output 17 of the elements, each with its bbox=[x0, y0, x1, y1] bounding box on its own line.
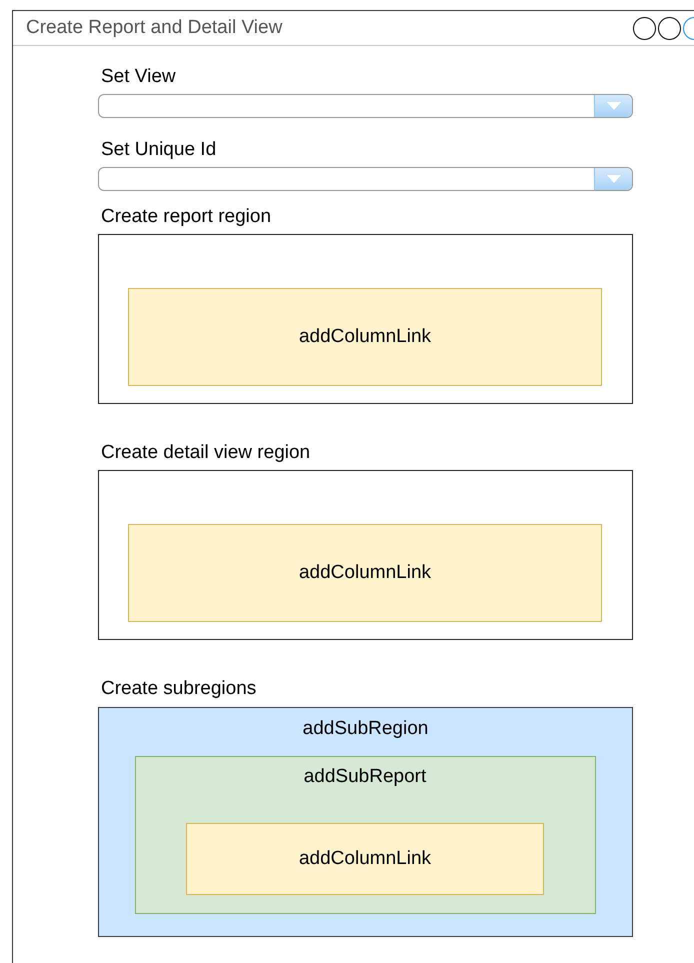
dropdown-field[interactable] bbox=[98, 94, 633, 118]
section-label: Create subregions bbox=[100, 677, 258, 701]
caret-icon bbox=[606, 101, 622, 111]
section-label: Create detail view region bbox=[100, 441, 312, 465]
column-link-block: addColumnLink bbox=[128, 524, 602, 622]
section-label: Create report region bbox=[100, 205, 272, 229]
panel-title: addSubReport bbox=[302, 765, 428, 789]
column-link-block: addColumnLink bbox=[186, 823, 544, 895]
caret-icon bbox=[606, 174, 622, 184]
dropdown-field[interactable] bbox=[98, 167, 633, 191]
window-control-icon[interactable] bbox=[658, 16, 681, 40]
field-label: Set Unique Id bbox=[100, 138, 218, 162]
window-title: Create Report and Detail View bbox=[26, 17, 282, 39]
column-link-block: addColumnLink bbox=[128, 288, 602, 386]
window-control-icon[interactable] bbox=[633, 16, 656, 40]
field-label: Set View bbox=[100, 65, 177, 89]
panel-title: addSubRegion bbox=[302, 717, 430, 741]
